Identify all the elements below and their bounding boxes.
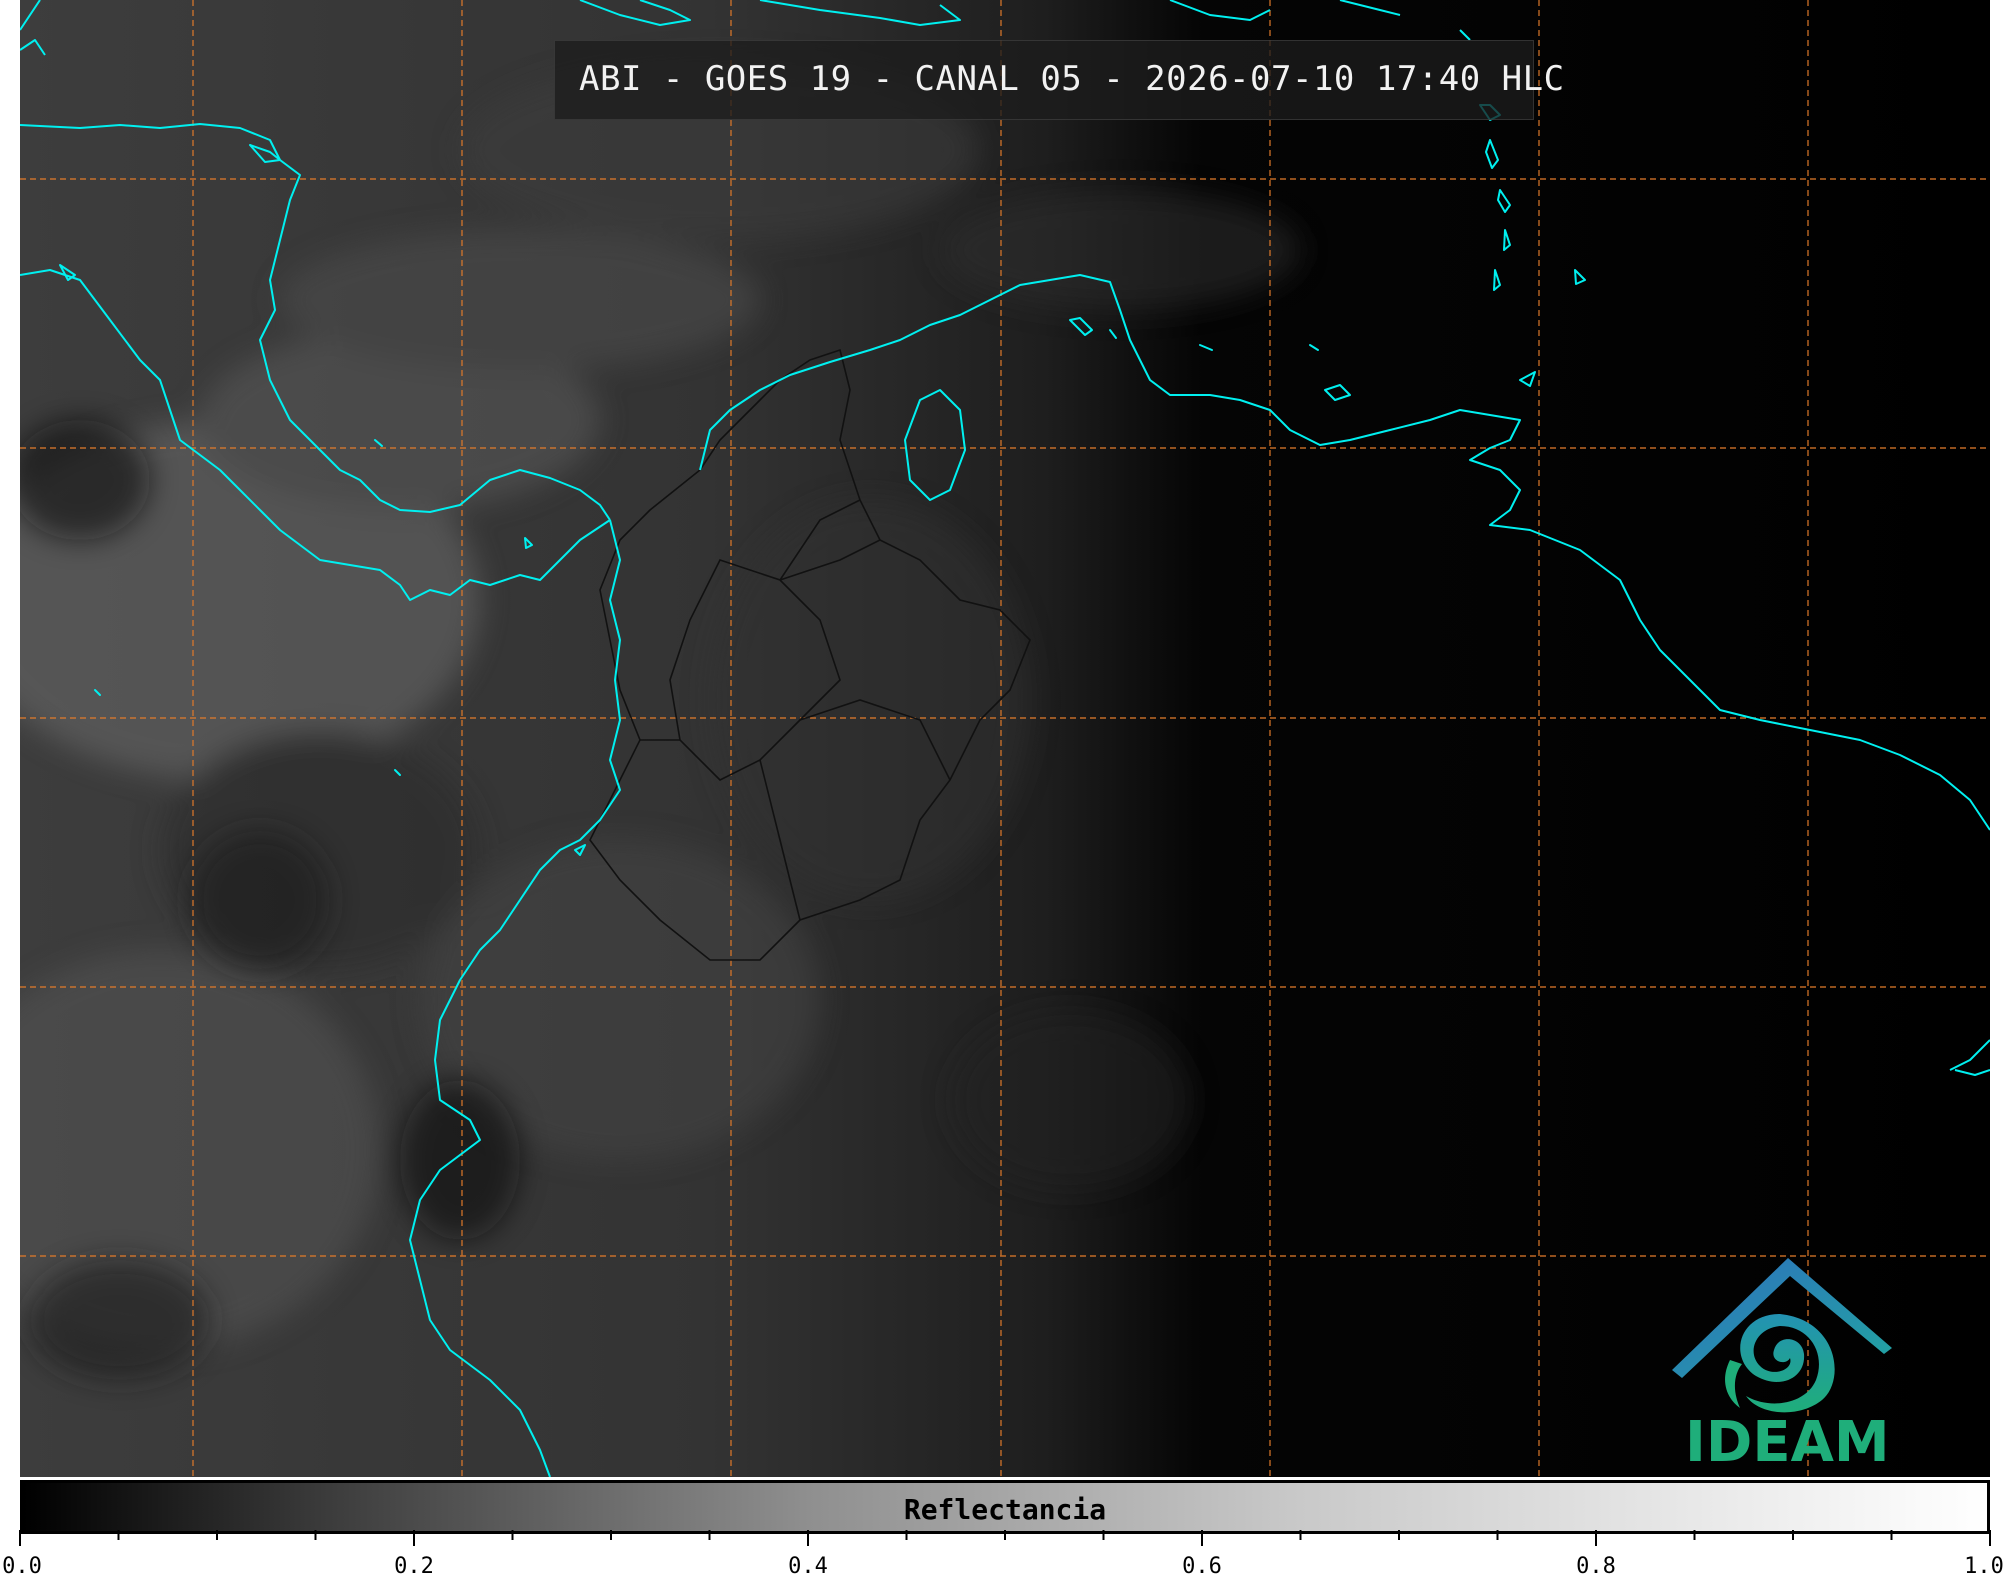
colorbar-label: Reflectancia	[903, 1493, 1107, 1526]
colorbar-tick-label: 0.0	[2, 1554, 42, 1579]
colorbar-tick-label: 0.8	[1576, 1554, 1616, 1579]
colorbar: Reflectancia	[20, 1480, 1990, 1534]
colorbar-tick-label: 0.6	[1182, 1554, 1222, 1579]
satellite-figure: ABI - GOES 19 - CANAL 05 - 2026-07-10 17…	[0, 0, 2011, 1579]
title-box: ABI - GOES 19 - CANAL 05 - 2026-07-10 17…	[554, 40, 1564, 120]
ideam-logo-text: IDEAM	[1685, 1410, 1890, 1475]
map-title: ABI - GOES 19 - CANAL 05 - 2026-07-10 17…	[579, 59, 1565, 99]
colorbar-ticks	[19, 1530, 1991, 1546]
colorbar-tick-label: 0.2	[394, 1554, 434, 1579]
colorbar-tick-label: 0.4	[788, 1554, 828, 1579]
colorbar-tick-label: 1.0	[1964, 1554, 2004, 1579]
